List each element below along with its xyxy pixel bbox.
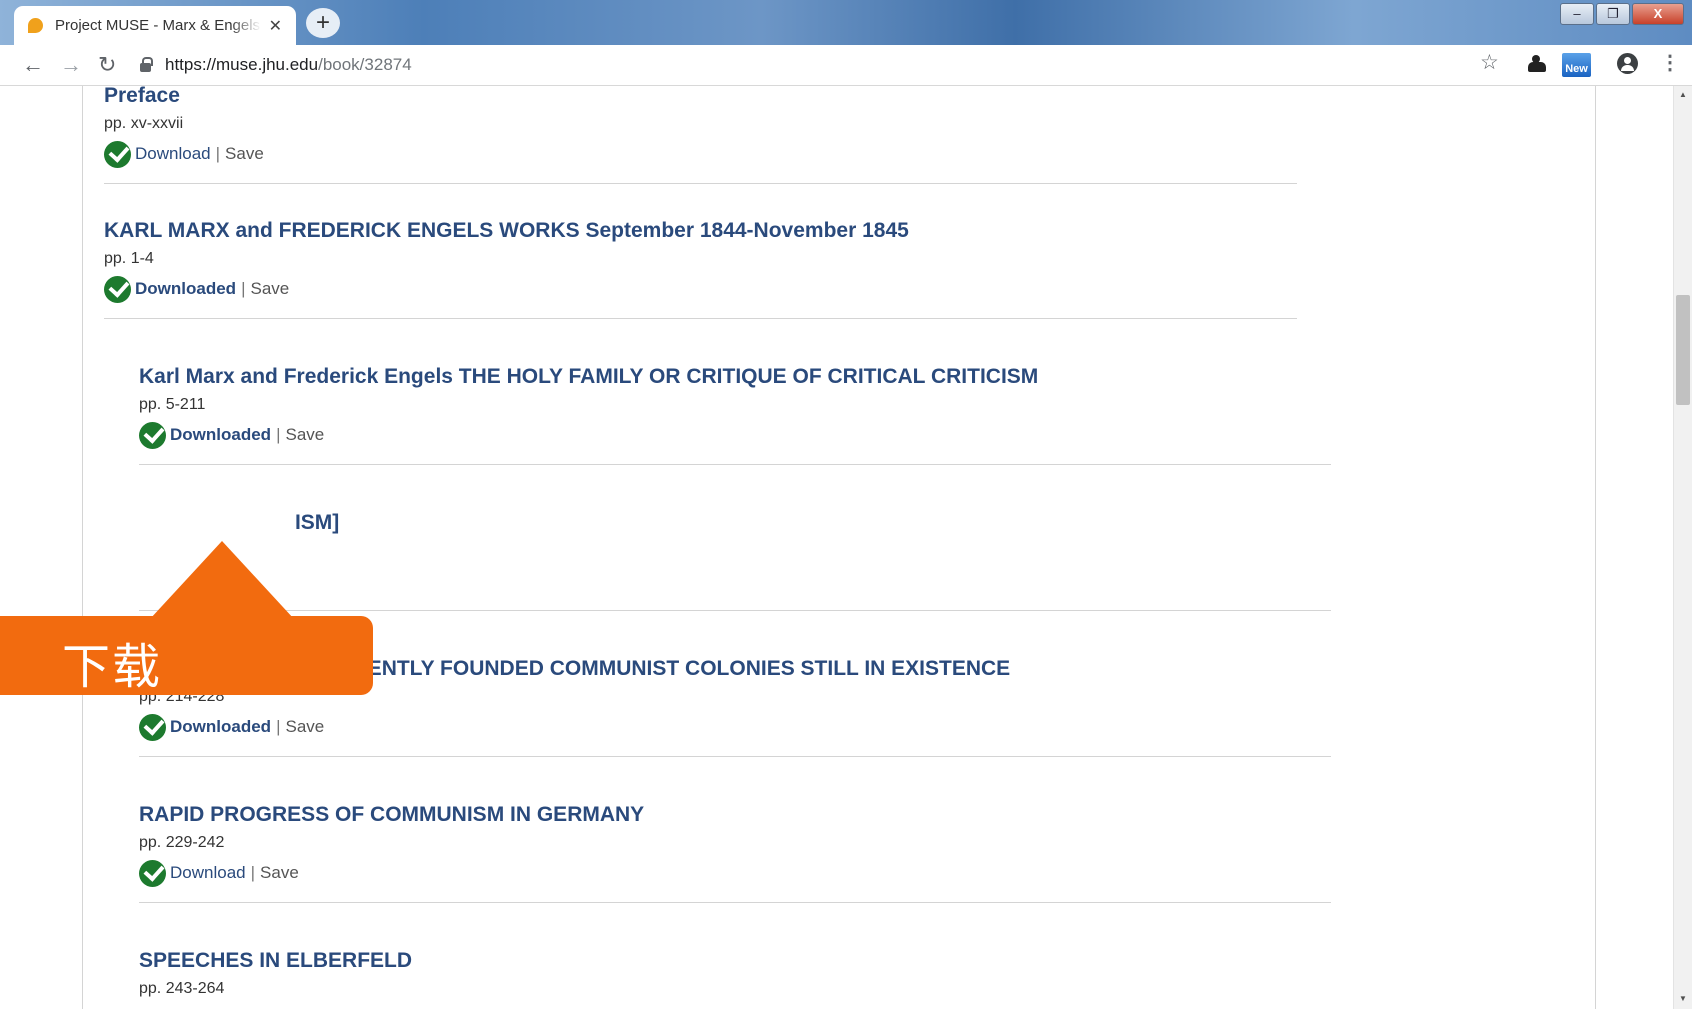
content-border-right [1595,86,1596,1009]
browser-menu-icon[interactable]: ⋮ [1660,49,1680,77]
save-link[interactable]: Save [285,717,324,737]
url-text[interactable]: https://muse.jhu.edu/book/32874 [165,55,412,75]
extension-person-icon[interactable] [1527,55,1549,73]
toc-entry: Karl Marx and Frederick Engels THE HOLY … [139,364,1331,465]
entry-divider [139,902,1331,903]
window-controls: – ❐ X [1558,3,1684,25]
vertical-scrollbar[interactable]: ▲ ▼ [1673,86,1692,1009]
extension-new-icon[interactable]: New [1562,53,1591,77]
toc-entry-title[interactable]: RAPID PROGRESS OF COMMUNISM IN GERMANY [139,802,1331,828]
toc-entry: KARL MARX and FREDERICK ENGELS WORKS Sep… [104,218,1297,319]
toc-entry: [CRITICAL SOCISM] [139,510,1331,611]
save-link[interactable]: Save [285,425,324,445]
browser-window: Project MUSE - Marx & Engels ✕ + – ❐ X ←… [0,0,1692,1009]
browser-toolbar: ← → ↻ https://muse.jhu.edu/book/32874 ☆ … [0,45,1692,86]
tab-title: Project MUSE - Marx & Engels [55,17,261,34]
entry-divider [139,756,1331,757]
toc-entry-pages: pp. xv-xxvii [104,115,184,132]
downloaded-link[interactable]: Downloaded [135,279,236,299]
toc-entry-title[interactable]: [CRITICAL SOCISM] [139,510,1331,536]
page-content: Preface pp. xv-xxvii Download | Save KAR… [0,86,1692,1009]
entry-divider [104,183,1297,184]
downloaded-link[interactable]: Downloaded [170,425,271,445]
minimize-button[interactable]: – [1560,3,1594,25]
save-link[interactable]: Save [225,144,264,164]
downloaded-link[interactable]: Downloaded [170,717,271,737]
bookmark-star-icon[interactable]: ☆ [1480,50,1499,75]
download-link[interactable]: Download [170,863,246,883]
toc-entry: RAPID PROGRESS OF COMMUNISM IN GERMANY p… [139,802,1331,903]
toc-entry-title-visible: ISM] [294,511,340,534]
lock-icon [140,56,153,72]
entry-divider [104,318,1297,319]
url-host: https://muse.jhu.edu [165,55,319,74]
toc-entry-actions: Downloaded | Save [139,713,1331,741]
check-circle-icon [139,859,166,887]
check-circle-icon [104,275,131,303]
toc-entry-actions: Downloaded | Save [104,275,1297,303]
toc-entry-actions: Download | Save [139,859,1331,887]
action-separator: | [241,279,246,298]
save-link[interactable]: Save [250,279,289,299]
reload-icon[interactable]: ↻ [98,52,116,78]
url-path: /book/32874 [318,55,412,74]
toc-entry-title[interactable]: Preface [104,86,1297,109]
tab-strip: Project MUSE - Marx & Engels ✕ + – ❐ X [0,0,1692,45]
content-border-left [82,86,83,1009]
check-circle-icon [139,421,166,449]
toc-entry-pages: pp. 5-211 [139,396,206,413]
maximize-button[interactable]: ❐ [1596,3,1630,25]
action-separator: | [250,863,256,882]
toc-entry-actions: Download | Save [104,140,1297,168]
save-link[interactable]: Save [260,863,299,883]
callout-arrow [150,541,294,619]
toc-entry-title[interactable]: KARL MARX and FREDERICK ENGELS WORKS Sep… [104,218,1297,244]
close-window-button[interactable]: X [1632,3,1684,25]
download-link[interactable]: Download [135,144,211,164]
scroll-down-icon[interactable]: ▼ [1679,994,1687,1003]
entry-divider [139,610,1331,611]
profile-avatar-icon[interactable] [1617,53,1638,74]
toc-entry-actions: Downloaded | Save [139,421,1331,449]
toc-entry-pages: pp. 229-242 [139,834,225,851]
new-tab-button[interactable]: + [306,8,340,38]
callout-box [0,616,373,695]
toc-entry: SPEECHES IN ELBERFELD pp. 243-264 [139,948,1331,999]
check-circle-icon [104,140,131,168]
callout-label: 下载 [62,639,163,695]
browser-tab[interactable]: Project MUSE - Marx & Engels ✕ [14,6,296,45]
action-separator: | [276,425,281,444]
scrollbar-thumb[interactable] [1676,295,1690,405]
muse-favicon-icon [28,18,43,33]
check-circle-icon [139,713,166,741]
scroll-up-icon[interactable]: ▲ [1679,90,1687,99]
toc-entry-title[interactable]: SPEECHES IN ELBERFELD [139,948,1331,974]
toc-entry-pages: pp. 1-4 [104,250,154,267]
address-bar[interactable]: https://muse.jhu.edu/book/32874 [140,49,1495,81]
back-arrow-icon[interactable]: ← [22,52,44,78]
action-separator: | [276,717,281,736]
forward-arrow-icon[interactable]: → [60,52,82,78]
entry-divider [139,464,1331,465]
toc-entry-pages: pp. 243-264 [139,980,225,997]
tab-close-icon[interactable]: ✕ [269,16,282,36]
action-separator: | [215,144,221,163]
toc-entry: Preface pp. xv-xxvii Download | Save [104,86,1297,184]
toc-entry-title[interactable]: Karl Marx and Frederick Engels THE HOLY … [139,364,1331,390]
